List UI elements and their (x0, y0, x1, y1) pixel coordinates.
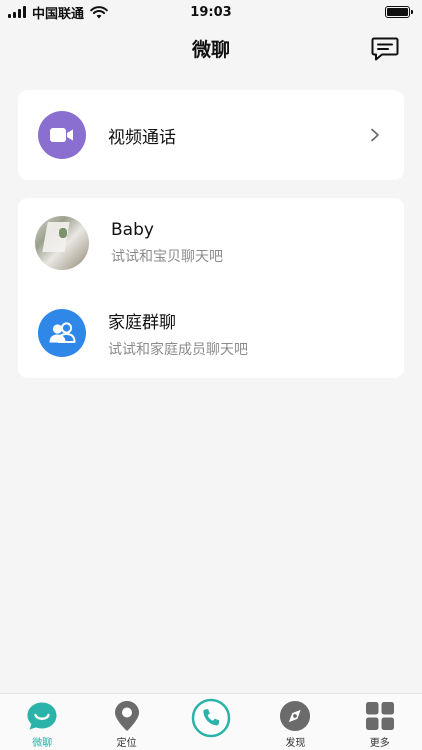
page-title: 微聊 (191, 38, 230, 61)
smile-chat-icon (26, 700, 58, 732)
chevron-right-icon (371, 128, 379, 142)
chat-subtitle: 试试和家庭成员聊天吧 (108, 341, 248, 358)
nav-header: 微聊 (0, 24, 422, 72)
phone-icon (191, 698, 231, 738)
status-bar: 中国联通 19:03 (0, 0, 422, 24)
message-icon (371, 37, 399, 61)
video-call-card: 视频通话 (18, 90, 404, 180)
compass-icon (279, 700, 311, 732)
group-icon (38, 309, 86, 357)
new-message-button[interactable] (370, 34, 400, 64)
avatar (35, 216, 89, 270)
tab-call[interactable] (169, 694, 253, 750)
tab-location[interactable]: 定位 (85, 694, 169, 750)
chat-title: 家庭群聊 (108, 312, 176, 333)
tab-more[interactable]: 更多 (338, 694, 422, 750)
grid-icon (364, 700, 396, 732)
tab-label: 发现 (285, 738, 306, 749)
video-call-label: 视频通话 (108, 127, 176, 148)
chat-subtitle: 试试和宝贝聊天吧 (111, 249, 223, 265)
battery-icon (385, 6, 413, 18)
status-left: 中国联通 (8, 3, 108, 22)
video-camera-icon (38, 111, 86, 159)
video-call-row[interactable]: 视频通话 (18, 90, 404, 180)
chat-item-text: 家庭群聊 试试和家庭成员聊天吧 (108, 308, 248, 359)
tab-label: 微聊 (32, 738, 53, 749)
chat-list-card: Baby 试试和宝贝聊天吧 家庭群聊 试试和家庭成员聊天吧 (18, 198, 404, 378)
location-pin-icon (111, 700, 143, 732)
tab-bar: 微聊 定位 发现 更多 (0, 693, 422, 750)
tab-chat[interactable]: 微聊 (0, 694, 84, 750)
tab-label: 更多 (369, 738, 390, 749)
chat-title: Baby (111, 220, 154, 240)
tab-label: 定位 (116, 738, 137, 749)
tab-discover[interactable]: 发现 (253, 694, 337, 750)
chat-item-family-group[interactable]: 家庭群聊 试试和家庭成员聊天吧 (18, 288, 404, 378)
carrier-name: 中国联通 (32, 6, 85, 22)
video-call-text: 视频通话 (108, 123, 176, 148)
wifi-icon (90, 5, 108, 18)
signal-icon (8, 6, 26, 18)
chat-item-text: Baby 试试和宝贝聊天吧 (111, 220, 223, 266)
chat-item-baby[interactable]: Baby 试试和宝贝聊天吧 (18, 198, 404, 288)
